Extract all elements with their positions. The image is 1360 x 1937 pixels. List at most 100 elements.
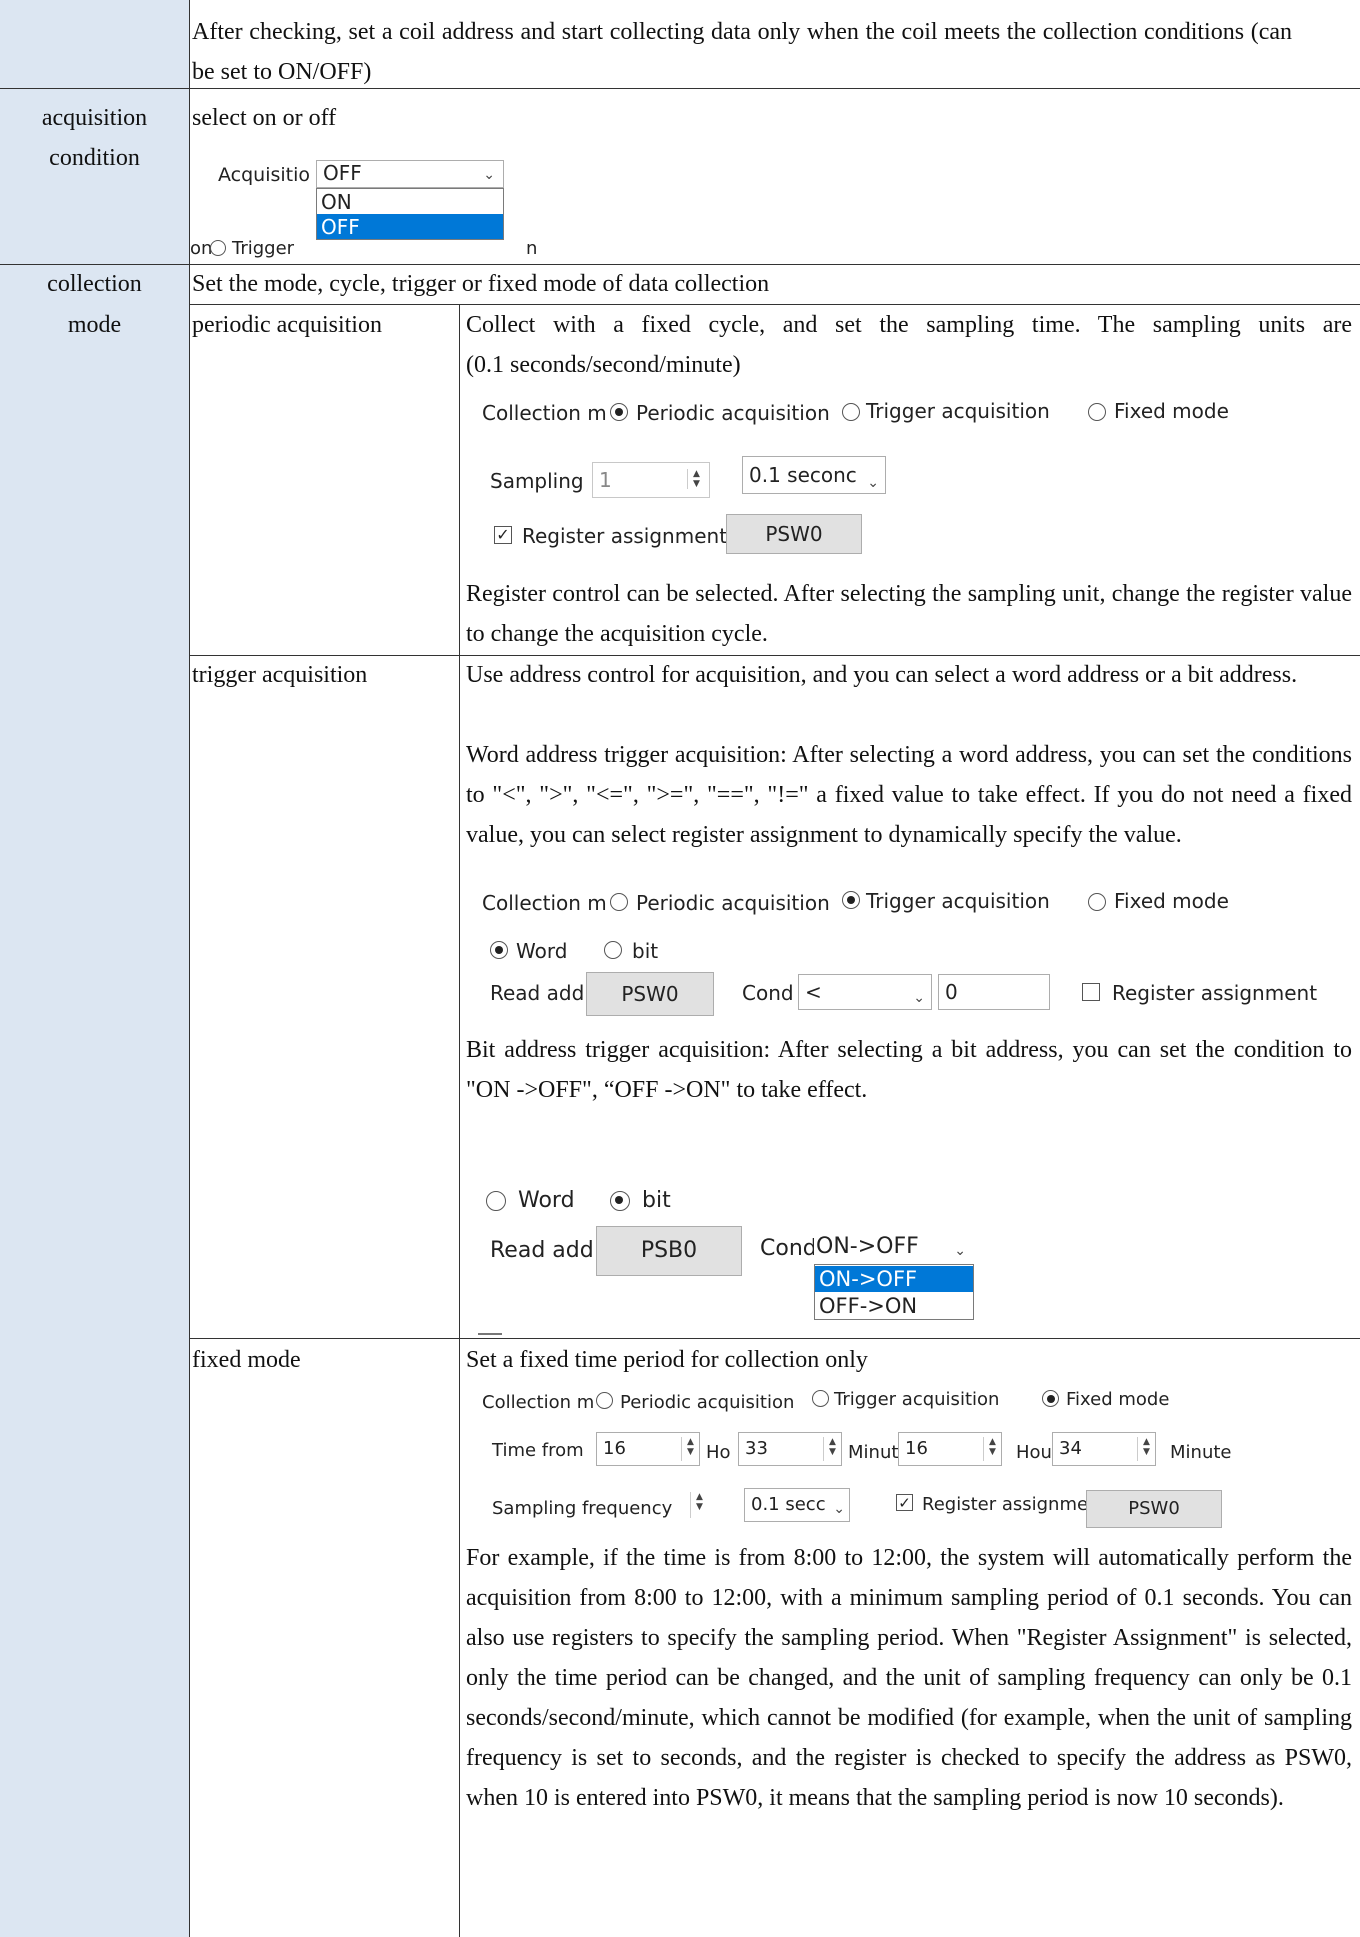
col-divider-2: [459, 304, 460, 1937]
bit-radio[interactable]: [610, 1191, 630, 1211]
word-radio-label: Word: [518, 1188, 575, 1213]
spinner-arrows-icon[interactable]: ▲ ▼: [983, 1437, 1001, 1461]
trigger-radio[interactable]: [812, 1390, 829, 1407]
fixed-radio[interactable]: [1042, 1390, 1059, 1407]
trigger-radio-label: Trigger acquisition: [866, 399, 1050, 423]
spinner-arrows-icon[interactable]: ▲ ▼: [687, 469, 705, 489]
clipped-label: n: [526, 238, 538, 259]
end-hour-input[interactable]: 16 ▲ ▼: [898, 1432, 1002, 1466]
periodic-settings-ui: Collection m Periodic acquisition Trigge…: [462, 390, 1322, 580]
word-radio[interactable]: [490, 941, 508, 959]
periodic-radio[interactable]: [610, 893, 628, 911]
periodic-note: Register control can be selected. After …: [466, 581, 1352, 647]
bit-radio-label: bit: [642, 1188, 671, 1213]
clipped-control-edge: [478, 1333, 502, 1335]
dropdown-option-off[interactable]: OFF: [317, 214, 503, 239]
spinner-arrows-icon[interactable]: ▲ ▼: [1137, 1437, 1155, 1461]
bit-radio[interactable]: [604, 941, 622, 959]
condition-select[interactable]: < ⌄: [798, 974, 932, 1010]
periodic-description: Collect with a fixed cycle, and set the …: [466, 312, 1352, 338]
dropdown-option-on[interactable]: ON: [317, 189, 503, 214]
fixed-radio[interactable]: [1088, 403, 1106, 421]
trigger-radio[interactable]: [842, 891, 860, 909]
dropdown-option-on-off[interactable]: ON->OFF: [815, 1266, 973, 1292]
register-checkbox[interactable]: ✓: [494, 526, 512, 544]
collection-mode-label: Collection m: [482, 401, 607, 425]
minute-unit-label: Minut: [848, 1442, 899, 1463]
sampling-unit-value: 0.1 seconc: [749, 463, 857, 487]
trigger-radio-label: Trigger: [232, 238, 295, 259]
start-hour-value: 16: [603, 1438, 626, 1459]
dropdown-option-off-on[interactable]: OFF->ON: [815, 1293, 973, 1319]
chevron-down-icon: ⌄: [483, 167, 495, 183]
register-checkbox[interactable]: ✓: [896, 1494, 913, 1511]
subrow-label: trigger acquisition: [192, 662, 368, 688]
document-page: After checking, set a coil address and s…: [0, 0, 1360, 1937]
hour-unit-label: Hou: [1016, 1442, 1052, 1463]
start-hour-input[interactable]: 16 ▲ ▼: [596, 1432, 700, 1466]
periodic-description: (0.1 seconds/second/minute): [466, 352, 741, 378]
register-label: Register assignment: [522, 524, 728, 548]
collection-mode-label: Collection m: [482, 891, 607, 915]
spinner-arrows-icon[interactable]: ▲ ▼: [690, 1492, 708, 1518]
fixed-radio-label: Fixed mode: [1066, 1389, 1170, 1410]
start-minute-input[interactable]: 33 ▲ ▼: [738, 1432, 842, 1466]
collection-mode-text: Set the mode, cycle, trigger or fixed mo…: [192, 271, 770, 297]
spinner-arrows-icon[interactable]: ▲ ▼: [823, 1437, 841, 1461]
end-hour-value: 16: [905, 1438, 928, 1459]
end-minute-value: 34: [1059, 1438, 1082, 1459]
read-address-button[interactable]: PSW0: [586, 972, 714, 1016]
trigger-radio[interactable]: [842, 403, 860, 421]
clipped-label: on: [190, 238, 213, 259]
fixed-radio-label: Fixed mode: [1114, 889, 1229, 913]
word-radio-label: Word: [516, 939, 568, 963]
fixed-radio[interactable]: [1088, 893, 1106, 911]
chevron-down-icon: ⌄: [833, 1501, 845, 1517]
sampling-unit-select[interactable]: 0.1 seconc ⌄: [742, 456, 886, 494]
fixed-description: Set a fixed time period for collection o…: [466, 1347, 868, 1373]
chevron-down-icon: ⌄: [867, 475, 879, 491]
acquisition-condition-text: select on or off: [192, 105, 337, 131]
coil-description: After checking, set a coil address and s…: [192, 19, 1292, 85]
row-label: condition: [49, 145, 140, 171]
fixed-value: 0: [945, 980, 958, 1004]
subrow-label: periodic acquisition: [192, 312, 382, 338]
acquisition-condition-ui: Acquisitio OFF ⌄ ON OFF on Trigger n: [190, 148, 590, 264]
collection-mode-label: Collection m: [482, 1392, 595, 1413]
read-address-button[interactable]: PSB0: [596, 1226, 742, 1276]
periodic-radio[interactable]: [610, 403, 628, 421]
trigger-description: Word address trigger acquisition: After …: [466, 742, 1352, 848]
trigger-radio-label: Trigger acquisition: [834, 1389, 1000, 1410]
fixed-note: For example, if the time is from 8:00 to…: [466, 1545, 1352, 1811]
sampling-unit-select[interactable]: 0.1 secc ⌄: [744, 1488, 850, 1522]
register-address-button[interactable]: PSW0: [726, 514, 862, 554]
fixed-value-input[interactable]: 0: [938, 974, 1050, 1010]
periodic-radio-label: Periodic acquisition: [636, 401, 830, 425]
word-radio[interactable]: [486, 1191, 506, 1211]
acquisition-label: Acquisitio: [218, 164, 311, 186]
row-label: acquisition: [41, 105, 148, 131]
row-label: mode: [67, 312, 122, 338]
acquisition-select[interactable]: OFF ⌄: [316, 160, 504, 188]
condition-label: Cond: [742, 981, 794, 1005]
trigger-word-ui: Collection m Periodic acquisition Trigge…: [462, 874, 1322, 1024]
start-minute-value: 33: [745, 1438, 768, 1459]
col-divider-1: [189, 0, 190, 1937]
fixed-settings-ui: Collection m Periodic acquisition Trigge…: [462, 1384, 1322, 1534]
hour-unit-label: Ho: [706, 1442, 731, 1463]
condition-select[interactable]: ON->OFF ⌄: [814, 1230, 974, 1264]
end-minute-input[interactable]: 34 ▲ ▼: [1052, 1432, 1156, 1466]
acquisition-select-value: OFF: [323, 161, 362, 185]
periodic-radio[interactable]: [596, 1392, 613, 1409]
time-from-label: Time from: [492, 1440, 584, 1461]
minute-unit-label: Minute: [1170, 1442, 1232, 1463]
sampling-unit-value: 0.1 secc: [751, 1494, 826, 1515]
sampling-frequency-label: Sampling frequency: [492, 1498, 673, 1519]
trigger-radio[interactable]: [210, 240, 226, 256]
register-label: Register assignme: [922, 1494, 1089, 1515]
register-checkbox[interactable]: [1082, 983, 1100, 1001]
spinner-arrows-icon[interactable]: ▲ ▼: [681, 1437, 699, 1461]
register-address-button[interactable]: PSW0: [1086, 1490, 1222, 1528]
sampling-input[interactable]: 1 ▲ ▼: [592, 462, 710, 498]
periodic-radio-label: Periodic acquisition: [620, 1392, 795, 1413]
